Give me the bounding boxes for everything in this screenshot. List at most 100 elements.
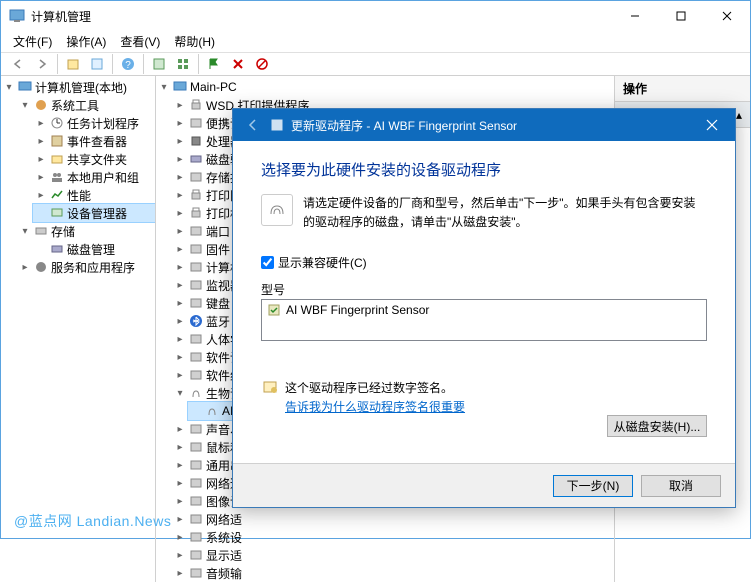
device-icon — [188, 367, 204, 383]
tree-label: 设备管理器 — [67, 205, 127, 222]
tree-label: 系统工具 — [51, 97, 99, 114]
storage-icon — [33, 223, 49, 239]
back-arrow-icon[interactable] — [241, 113, 265, 137]
tree-label: 事件查看器 — [67, 133, 127, 150]
dialog-description: 请选定硬件设备的厂商和型号，然后单击"下一步"。如果手头有包含要安装的驱动程序的… — [261, 194, 707, 232]
toolbar-separator — [57, 54, 58, 74]
tree-services[interactable]: ▸服务和应用程序 — [17, 258, 155, 276]
minimize-button[interactable] — [612, 1, 658, 31]
device-root[interactable]: ▾Main-PC — [156, 78, 614, 96]
tree-item[interactable]: ▸共享文件夹 — [33, 150, 155, 168]
dialog-close-button[interactable] — [689, 109, 735, 141]
next-button[interactable]: 下一步(N) — [553, 475, 633, 497]
performance-icon — [49, 187, 65, 203]
forward-button[interactable] — [31, 53, 53, 75]
device-root-label: Main-PC — [190, 80, 237, 94]
certificate-icon — [261, 379, 279, 397]
window-title: 计算机管理 — [31, 8, 612, 25]
device-category[interactable]: ▸显示适 — [172, 546, 614, 564]
up-button[interactable] — [62, 53, 84, 75]
svg-text:?: ? — [125, 60, 131, 71]
device-icon — [188, 565, 204, 581]
toolbar-separator — [112, 54, 113, 74]
dialog-description-text: 请选定硬件设备的厂商和型号，然后单击"下一步"。如果手头有包含要安装的驱动程序的… — [303, 194, 707, 232]
device-icon — [188, 313, 204, 329]
install-from-disk-button[interactable]: 从磁盘安装(H)... — [607, 415, 707, 437]
dialog-footer: 下一步(N) 取消 — [233, 463, 735, 507]
tree-storage[interactable]: ▾存储 — [17, 222, 155, 240]
model-list-item-label: AI WBF Fingerprint Sensor — [286, 303, 429, 317]
device-icon — [188, 547, 204, 563]
computer-icon — [172, 79, 188, 95]
device-icon — [188, 385, 204, 401]
tree-item[interactable]: 磁盘管理 — [33, 240, 155, 258]
signature-text: 这个驱动程序已经过数字签名。 — [285, 379, 465, 396]
compatible-checkbox[interactable]: 显示兼容硬件(C) — [261, 254, 707, 271]
tree-system-tools[interactable]: ▾系统工具 — [17, 96, 155, 114]
model-list[interactable]: AI WBF Fingerprint Sensor — [261, 299, 707, 341]
device-label: 显示适 — [206, 547, 242, 564]
close-button[interactable] — [704, 1, 750, 31]
grid-button[interactable] — [172, 53, 194, 75]
tree-item[interactable]: ▸本地用户和组 — [33, 168, 155, 186]
menu-file[interactable]: 文件(F) — [7, 31, 58, 52]
device-icon — [188, 457, 204, 473]
menu-help[interactable]: 帮助(H) — [168, 31, 221, 52]
tree-label: 任务计划程序 — [67, 115, 139, 132]
services-icon — [33, 259, 49, 275]
compatible-checkbox-input[interactable] — [261, 256, 274, 269]
device-icon — [188, 259, 204, 275]
dialog-title: 更新驱动程序 - AI WBF Fingerprint Sensor — [291, 117, 689, 134]
device-icon — [188, 205, 204, 221]
tree-label: 共享文件夹 — [67, 151, 127, 168]
watermark: @蓝点网 Landian.News — [14, 511, 171, 531]
delete-button[interactable] — [227, 53, 249, 75]
properties-button[interactable] — [86, 53, 108, 75]
device-icon — [188, 151, 204, 167]
tree-label: 服务和应用程序 — [51, 259, 135, 276]
signature-link[interactable]: 告诉我为什么驱动程序签名很重要 — [285, 398, 465, 415]
tree-device-manager[interactable]: 设备管理器 — [33, 204, 155, 222]
device-label: 固件 — [206, 241, 230, 258]
menu-view[interactable]: 查看(V) — [114, 31, 166, 52]
driver-icon — [269, 117, 285, 133]
users-icon — [49, 169, 65, 185]
tools-icon — [33, 97, 49, 113]
maximize-button[interactable] — [658, 1, 704, 31]
event-icon — [49, 133, 65, 149]
compatible-checkbox-label: 显示兼容硬件(C) — [278, 254, 367, 271]
help-button[interactable]: ? — [117, 53, 139, 75]
toolbar: ? — [1, 53, 750, 76]
window-controls — [612, 1, 750, 31]
tree-label: 计算机管理(本地) — [35, 79, 127, 96]
menubar: 文件(F) 操作(A) 查看(V) 帮助(H) — [1, 31, 750, 53]
tree-root[interactable]: ▾计算机管理(本地) — [1, 78, 155, 96]
device-icon — [188, 331, 204, 347]
device-category[interactable]: ▸网络适 — [172, 510, 614, 528]
stop-button[interactable] — [251, 53, 273, 75]
model-list-item[interactable]: AI WBF Fingerprint Sensor — [262, 300, 706, 320]
app-icon — [9, 8, 25, 24]
dialog-titlebar: 更新驱动程序 - AI WBF Fingerprint Sensor — [233, 109, 735, 141]
back-button[interactable] — [7, 53, 29, 75]
tree-item[interactable]: ▸事件查看器 — [33, 132, 155, 150]
tree-item[interactable]: ▸任务计划程序 — [33, 114, 155, 132]
signed-driver-icon — [266, 302, 282, 318]
tree-item[interactable]: ▸性能 — [33, 186, 155, 204]
tree-label: 本地用户和组 — [67, 169, 139, 186]
device-icon — [188, 223, 204, 239]
scan-button[interactable] — [148, 53, 170, 75]
computer-icon — [17, 79, 33, 95]
left-tree-pane: ▾计算机管理(本地) ▾系统工具 ▸任务计划程序 ▸事件查看器 ▸共享文件夹 ▸… — [1, 76, 156, 582]
update-driver-dialog: 更新驱动程序 - AI WBF Fingerprint Sensor 选择要为此… — [232, 108, 736, 508]
device-label: 网络适 — [206, 511, 242, 528]
menu-action[interactable]: 操作(A) — [60, 31, 112, 52]
device-icon — [49, 205, 65, 221]
toolbar-separator — [198, 54, 199, 74]
device-icon — [188, 493, 204, 509]
flag-button[interactable] — [203, 53, 225, 75]
cancel-button[interactable]: 取消 — [641, 475, 721, 497]
device-category[interactable]: ▸系统设 — [172, 528, 614, 546]
dialog-body: 选择要为此硬件安装的设备驱动程序 请选定硬件设备的厂商和型号，然后单击"下一步"… — [233, 141, 735, 463]
device-category[interactable]: ▸音频输 — [172, 564, 614, 582]
